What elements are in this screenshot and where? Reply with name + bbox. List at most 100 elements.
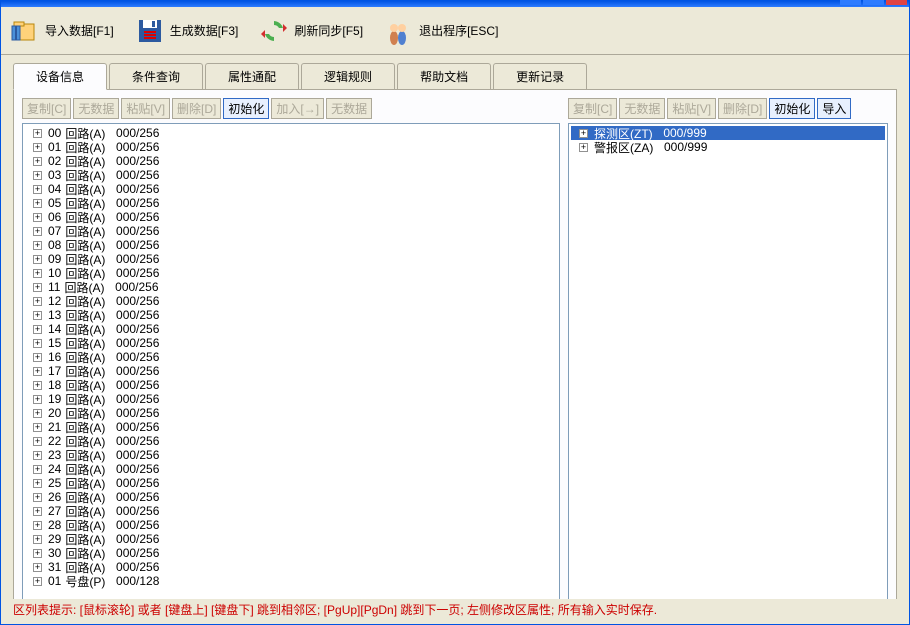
tree-idx: 01 xyxy=(48,140,61,154)
expand-icon[interactable]: + xyxy=(33,577,42,586)
expand-icon[interactable]: + xyxy=(33,143,42,152)
expand-icon[interactable]: + xyxy=(33,311,42,320)
toolbar-label: 退出程序[ESC] xyxy=(419,22,498,39)
expand-icon[interactable]: + xyxy=(33,521,42,530)
expand-icon[interactable]: + xyxy=(33,241,42,250)
tree-idx: 13 xyxy=(48,308,61,322)
right-btn-4[interactable]: 初始化 xyxy=(769,98,815,119)
expand-icon[interactable]: + xyxy=(33,493,42,502)
left-btn-0: 复制[C] xyxy=(22,98,71,119)
expand-icon[interactable]: + xyxy=(33,423,42,432)
expand-icon[interactable]: + xyxy=(33,409,42,418)
tab-4[interactable]: 帮助文档 xyxy=(397,63,491,90)
tree-idx: 06 xyxy=(48,210,61,224)
tree-count: 000/256 xyxy=(116,532,159,546)
expand-icon[interactable]: + xyxy=(33,507,42,516)
tab-3[interactable]: 逻辑规则 xyxy=(301,63,395,90)
tab-0[interactable]: 设备信息 xyxy=(13,63,107,90)
right-tree-row[interactable]: + 警报区(ZA) 000/999 xyxy=(571,140,885,154)
tree-idx: 02 xyxy=(48,154,61,168)
toolbar-item-import[interactable]: 导入数据[F1] xyxy=(9,15,114,47)
tree-count: 000/256 xyxy=(116,322,159,336)
tree-idx: 25 xyxy=(48,476,61,490)
tree-idx: 29 xyxy=(48,532,61,546)
left-btn-6: 无数据 xyxy=(326,98,372,119)
toolbar-item-save[interactable]: 生成数据[F3] xyxy=(134,15,239,47)
tree-idx: 24 xyxy=(48,462,61,476)
tree-idx: 15 xyxy=(48,336,61,350)
expand-icon[interactable]: + xyxy=(33,283,42,292)
tree-idx: 08 xyxy=(48,238,61,252)
right-btn-5[interactable]: 导入 xyxy=(817,98,851,119)
tree-count: 000/256 xyxy=(116,336,159,350)
tree-idx: 04 xyxy=(48,182,61,196)
tab-2[interactable]: 属性通配 xyxy=(205,63,299,90)
expand-icon[interactable]: + xyxy=(33,437,42,446)
expand-icon[interactable]: + xyxy=(33,199,42,208)
right-tree[interactable]: +探测区(ZT) 000/999+警报区(ZA) 000/999 xyxy=(568,123,888,610)
close-button[interactable] xyxy=(886,0,907,5)
expand-icon[interactable]: + xyxy=(33,269,42,278)
tree-count: 000/256 xyxy=(116,406,159,420)
tree-idx: 21 xyxy=(48,420,61,434)
tree-idx: 31 xyxy=(48,560,61,574)
expand-icon[interactable]: + xyxy=(33,213,42,222)
toolbar-item-exit[interactable]: 退出程序[ESC] xyxy=(383,15,498,47)
expand-icon[interactable]: + xyxy=(33,465,42,474)
tree-idx: 28 xyxy=(48,518,61,532)
expand-icon[interactable]: + xyxy=(33,297,42,306)
right-btn-2: 粘贴[V] xyxy=(667,98,716,119)
tree-idx: 07 xyxy=(48,224,61,238)
toolbar-item-refresh[interactable]: 刷新同步[F5] xyxy=(258,15,363,47)
left-btn-4[interactable]: 初始化 xyxy=(223,98,269,119)
expand-icon[interactable]: + xyxy=(33,549,42,558)
left-btn-2: 粘贴[V] xyxy=(121,98,170,119)
expand-icon[interactable]: + xyxy=(33,339,42,348)
maximize-button[interactable] xyxy=(863,0,884,5)
expand-icon[interactable]: + xyxy=(33,353,42,362)
titlebar xyxy=(1,1,909,7)
tree-count: 000/256 xyxy=(116,490,159,504)
tree-name: 警报区(ZA) xyxy=(594,139,653,156)
expand-icon[interactable]: + xyxy=(33,325,42,334)
expand-icon[interactable]: + xyxy=(33,381,42,390)
expand-icon[interactable]: + xyxy=(33,535,42,544)
tab-5[interactable]: 更新记录 xyxy=(493,63,587,90)
expand-icon[interactable]: + xyxy=(33,563,42,572)
tree-count: 000/999 xyxy=(664,140,707,154)
left-tree-row[interactable]: +01号盘(P) 000/128 xyxy=(25,574,557,588)
tree-idx: 11 xyxy=(48,280,60,294)
tree-idx: 12 xyxy=(48,294,61,308)
expand-icon[interactable]: + xyxy=(33,227,42,236)
right-btn-0: 复制[C] xyxy=(568,98,617,119)
expand-icon[interactable]: + xyxy=(33,479,42,488)
tree-name: 号盘(P) xyxy=(65,573,105,590)
expand-icon[interactable]: + xyxy=(33,185,42,194)
minimize-button[interactable] xyxy=(840,0,861,5)
tree-count: 000/256 xyxy=(116,518,159,532)
tree-idx: 14 xyxy=(48,322,61,336)
expand-icon[interactable]: + xyxy=(33,451,42,460)
expand-icon[interactable]: + xyxy=(33,255,42,264)
tree-idx: 10 xyxy=(48,266,61,280)
expand-icon[interactable]: + xyxy=(33,367,42,376)
expand-icon[interactable]: + xyxy=(33,395,42,404)
tree-count: 000/256 xyxy=(116,196,159,210)
left-btn-1: 无数据 xyxy=(73,98,119,119)
expand-icon[interactable]: + xyxy=(579,129,588,138)
expand-icon[interactable]: + xyxy=(33,171,42,180)
tree-count: 000/256 xyxy=(116,266,159,280)
left-tree-row[interactable]: +10回路(A) 000/256 xyxy=(25,266,557,280)
expand-icon[interactable]: + xyxy=(33,157,42,166)
right-btn-3: 删除[D] xyxy=(718,98,767,119)
tab-1[interactable]: 条件查询 xyxy=(109,63,203,90)
tree-count: 000/256 xyxy=(116,462,159,476)
save-icon xyxy=(134,15,166,47)
expand-icon[interactable]: + xyxy=(33,129,42,138)
expand-icon[interactable]: + xyxy=(579,143,588,152)
tree-idx: 19 xyxy=(48,392,61,406)
left-btn-3: 删除[D] xyxy=(172,98,221,119)
tree-idx: 30 xyxy=(48,546,61,560)
left-tree[interactable]: +00回路(A) 000/256+01回路(A) 000/256+02回路(A)… xyxy=(22,123,560,610)
tree-count: 000/256 xyxy=(116,350,159,364)
